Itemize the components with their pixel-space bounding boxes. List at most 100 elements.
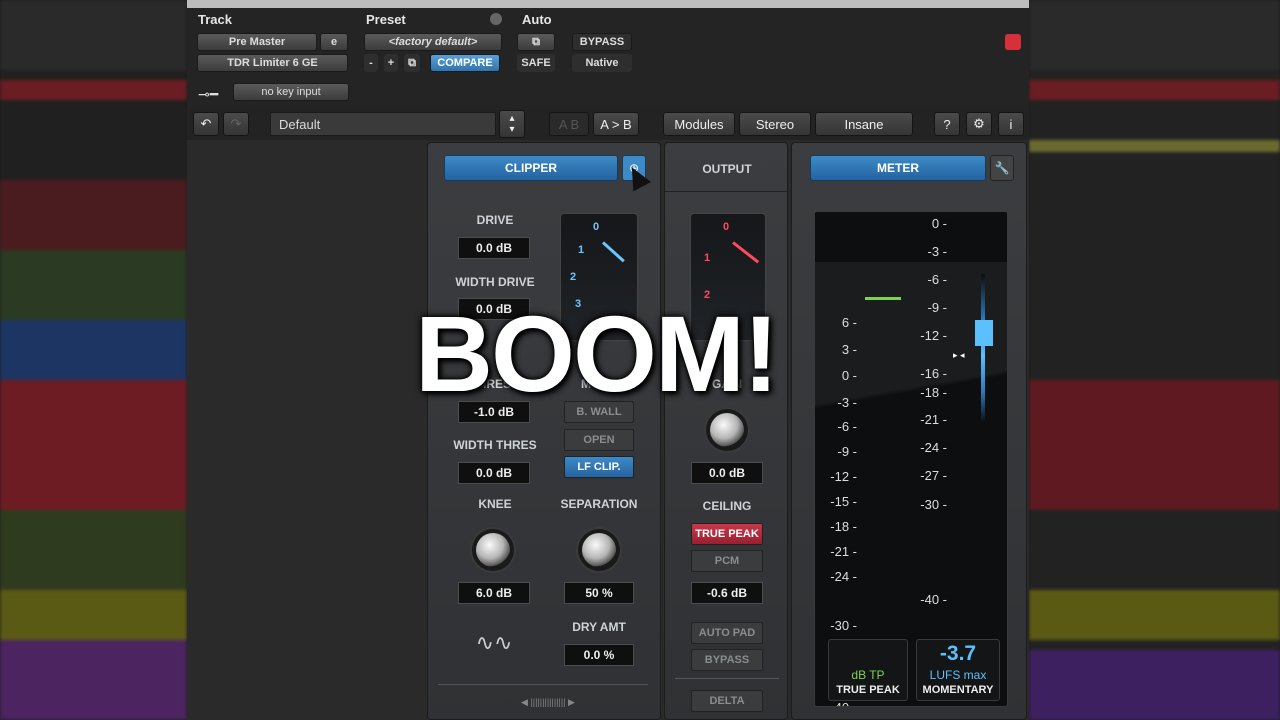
a-to-b-button[interactable]: A > B bbox=[593, 112, 639, 136]
meter-left-tick: -12 - bbox=[830, 469, 857, 484]
insert-selector[interactable]: TDR Limiter 6 GE bbox=[197, 54, 348, 72]
compare-button[interactable]: COMPARE bbox=[430, 54, 500, 72]
output-gauge-0: 0 bbox=[723, 221, 730, 233]
separation-knob[interactable] bbox=[582, 533, 616, 567]
drive-value[interactable]: 0.0 dB bbox=[458, 237, 530, 259]
auto-label: Auto bbox=[522, 12, 552, 27]
bypass-button[interactable]: BYPASS bbox=[572, 33, 632, 51]
meter-left-tick: -6 - bbox=[837, 419, 858, 434]
gear-icon[interactable]: ⚙ bbox=[966, 112, 992, 136]
clip-indicator-icon[interactable] bbox=[1005, 34, 1021, 50]
waveform-icon: ∿∿ bbox=[475, 630, 513, 655]
meter-right-tick: -21 - bbox=[920, 412, 947, 427]
separation-value[interactable]: 50 % bbox=[564, 582, 634, 604]
lufs-value: -3.7 bbox=[939, 642, 977, 665]
separation-label: SEPARATION bbox=[560, 497, 638, 511]
meter-left-tick: -21 - bbox=[830, 544, 857, 559]
clipper-panel: CLIPPER ⊕ DRIVE 0.0 dB WIDTH DRIVE 0.0 d… bbox=[427, 142, 661, 720]
daw-background-left bbox=[0, 0, 187, 720]
target-marker-icon: ▸ ◂ bbox=[953, 350, 965, 360]
meter-left-tick: -3 - bbox=[837, 395, 858, 410]
copy-settings-icon[interactable]: ⧉ bbox=[404, 54, 420, 72]
delta-button[interactable]: DELTA bbox=[691, 690, 763, 712]
pcm-button[interactable]: PCM bbox=[691, 550, 763, 572]
undo-icon[interactable]: ↶ bbox=[193, 112, 219, 136]
drive-label: DRIVE bbox=[476, 213, 514, 227]
output-panel: OUTPUT 0 1 2 3 GAIN 0.0 dB CEILING TRUE … bbox=[664, 142, 789, 720]
preset-selector[interactable]: <factory default> bbox=[364, 33, 502, 51]
meter-left-tick: -40 - bbox=[815, 700, 857, 706]
key-icon: ⊸━ bbox=[198, 86, 219, 102]
stereo-button[interactable]: Stereo bbox=[739, 112, 811, 136]
safe-button[interactable]: SAFE bbox=[517, 54, 555, 72]
output-divider bbox=[665, 191, 789, 192]
gain-knob[interactable] bbox=[710, 413, 744, 447]
help-button[interactable]: ? bbox=[934, 112, 960, 136]
clipper-header[interactable]: CLIPPER bbox=[444, 155, 618, 181]
auto-enable-icon[interactable]: ⧉ bbox=[517, 33, 555, 51]
meter-header[interactable]: METER bbox=[810, 155, 986, 181]
wrench-icon[interactable]: 🔧 bbox=[990, 155, 1014, 181]
ceiling-value[interactable]: -0.6 dB bbox=[691, 582, 763, 604]
loudness-meter-display: 6 - 3 - 0 - -3 - -6 - -9 - -12 - -15 - -18 - -21 … bbox=[814, 211, 1008, 707]
meter-right-tick: -16 - bbox=[920, 366, 947, 381]
mode-lfclip-button[interactable]: LF CLIP. bbox=[564, 456, 634, 478]
lufs-readout: -3.7 LUFS max MOMENTARY bbox=[916, 639, 1000, 701]
knee-knob[interactable] bbox=[476, 533, 510, 567]
key-input-selector[interactable]: no key input bbox=[233, 83, 349, 101]
gain-value[interactable]: 0.0 dB bbox=[691, 462, 763, 484]
meter-left-tick: -24 - bbox=[830, 569, 857, 584]
meter-left-tick: 0 - bbox=[841, 368, 857, 383]
knee-value[interactable]: 6.0 dB bbox=[458, 582, 530, 604]
lufs-unit: LUFS max bbox=[929, 668, 987, 682]
ab-toggle[interactable]: A B bbox=[549, 112, 589, 136]
momentary-level-peak bbox=[975, 320, 993, 346]
meter-left-tick: 6 - bbox=[841, 315, 857, 330]
momentary-level-bar bbox=[981, 274, 985, 422]
width-thres-value[interactable]: 0.0 dB bbox=[458, 462, 530, 484]
meter-panel: METER 🔧 6 - 3 - 0 - -3 - -6 - -9 - -12 - -15 - -… bbox=[791, 142, 1027, 720]
track-label: Track bbox=[198, 12, 232, 27]
modules-button[interactable]: Modules bbox=[663, 112, 735, 136]
true-peak-hold-indicator bbox=[865, 297, 901, 300]
meter-left-tick: 3 - bbox=[841, 342, 857, 357]
plugin-toolbar: ↶ ↷ Default ▴ ▾ A B A > B Modules Stereo … bbox=[187, 108, 1029, 140]
insane-button[interactable]: Insane bbox=[815, 112, 913, 136]
meter-right-tick: 0 - bbox=[931, 216, 947, 231]
preset-previous-button[interactable]: - bbox=[364, 54, 378, 72]
ceiling-label: CEILING bbox=[702, 499, 752, 513]
meter-right-tick: -40 - bbox=[920, 592, 947, 607]
clipper-divider bbox=[438, 684, 648, 685]
output-bypass-button[interactable]: BYPASS bbox=[691, 649, 763, 671]
clipper-gauge-needle bbox=[601, 241, 625, 263]
mode-open-button[interactable]: OPEN bbox=[564, 429, 634, 451]
meter-right-tick: -30 - bbox=[920, 497, 947, 512]
clipper-gauge-2: 2 bbox=[570, 271, 577, 283]
preset-label: Preset bbox=[366, 12, 406, 27]
dry-amt-value[interactable]: 0.0 % bbox=[564, 644, 634, 666]
track-selector[interactable]: Pre Master bbox=[197, 33, 317, 51]
meter-left-tick: -9 - bbox=[837, 444, 858, 459]
meter-left-tick: -30 - bbox=[830, 618, 857, 633]
info-button[interactable]: i bbox=[998, 112, 1024, 136]
boom-overlay-text: BOOM! bbox=[415, 293, 779, 414]
meter-right-tick: -3 - bbox=[927, 244, 948, 259]
meter-right-tick: -6 - bbox=[927, 272, 948, 287]
meter-right-tick: -18 - bbox=[920, 385, 947, 400]
auto-pad-button[interactable]: AUTO PAD bbox=[691, 622, 763, 644]
width-thres-label: WIDTH THRES bbox=[453, 438, 537, 452]
meter-right-tick: -12 - bbox=[920, 328, 947, 343]
scroll-handle-icon[interactable]: ◀ ||||||||||||||| ▶ bbox=[498, 696, 598, 708]
track-e-button[interactable]: e bbox=[320, 33, 348, 51]
true-peak-readout: dB TP TRUE PEAK bbox=[828, 639, 908, 701]
preset-menu-icon[interactable] bbox=[490, 13, 502, 25]
preset-field[interactable]: Default bbox=[270, 112, 496, 136]
true-peak-button[interactable]: TRUE PEAK bbox=[691, 523, 763, 545]
preset-next-button[interactable]: + bbox=[384, 54, 398, 72]
meter-left-tick: -15 - bbox=[830, 494, 857, 509]
dry-amt-label: DRY AMT bbox=[572, 620, 626, 634]
true-peak-unit: dB TP bbox=[851, 668, 885, 682]
preset-arrows-icon[interactable]: ▴ ▾ bbox=[499, 110, 525, 138]
redo-icon[interactable]: ↷ bbox=[223, 112, 249, 136]
output-header: OUTPUT bbox=[702, 162, 752, 176]
